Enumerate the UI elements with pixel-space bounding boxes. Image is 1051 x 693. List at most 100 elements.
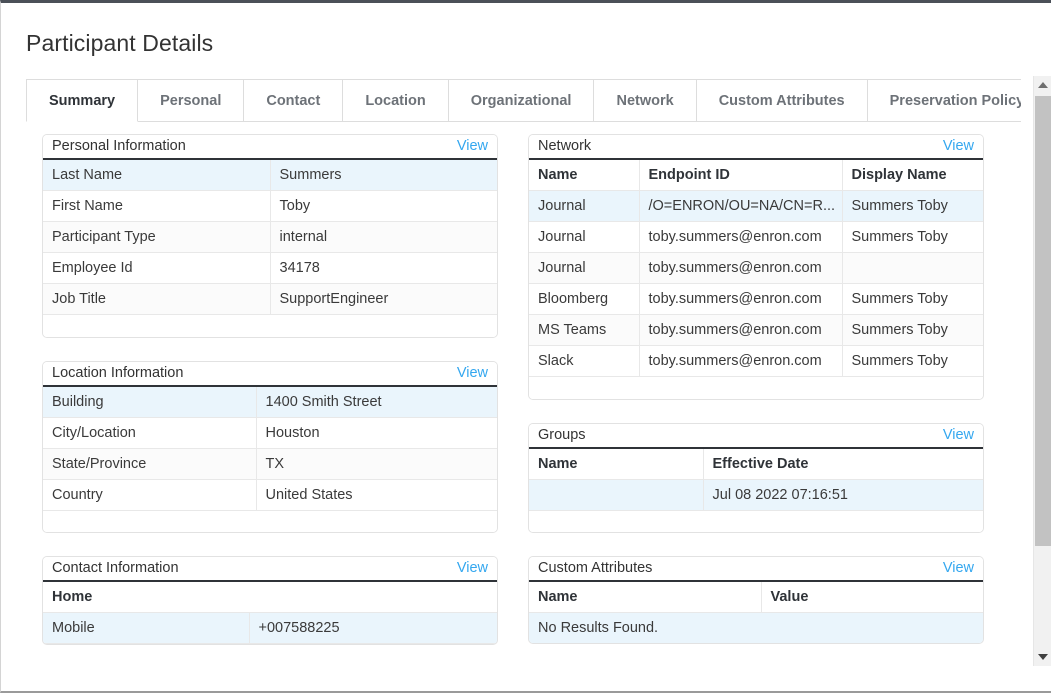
row-label: Participant Type bbox=[43, 221, 271, 253]
view-link-groups[interactable]: View bbox=[943, 428, 974, 443]
cell-display-name: Summers Toby bbox=[842, 283, 983, 315]
tab-network[interactable]: Network bbox=[593, 79, 697, 122]
cell-display-name: Summers Toby bbox=[842, 314, 983, 346]
cell-endpoint-id: toby.summers@enron.com bbox=[639, 345, 843, 377]
scroll-down-arrow-icon[interactable] bbox=[1034, 648, 1051, 666]
right-column: Network View Name Endpoint ID Display Na… bbox=[528, 134, 984, 666]
panel-title: Custom Attributes bbox=[538, 560, 653, 577]
table-row[interactable]: Last Name Summers bbox=[43, 160, 497, 191]
tab-personal[interactable]: Personal bbox=[137, 79, 245, 122]
location-information-table: Building 1400 Smith Street City/Location… bbox=[43, 386, 497, 532]
table-row[interactable]: Participant Type internal bbox=[43, 221, 497, 253]
cell-endpoint-id: toby.summers@enron.com bbox=[639, 283, 843, 315]
row-value: TX bbox=[256, 448, 497, 480]
tab-summary[interactable]: Summary bbox=[26, 79, 139, 122]
table-row[interactable]: Building 1400 Smith Street bbox=[43, 386, 497, 418]
table-row[interactable]: Journal toby.summers@enron.com bbox=[529, 252, 983, 284]
row-value: SupportEngineer bbox=[270, 283, 497, 315]
horizontal-scrollbar[interactable] bbox=[1, 688, 1050, 691]
empty-state-message: No Results Found. bbox=[529, 612, 983, 643]
tab-label: Preservation Policy bbox=[889, 92, 1021, 109]
table-row[interactable]: MS Teams toby.summers@enron.com Summers … bbox=[529, 314, 983, 346]
table-row[interactable]: Jul 08 2022 07:16:51 bbox=[529, 479, 983, 511]
panel-title: Contact Information bbox=[52, 560, 179, 577]
panel-header: Groups View bbox=[529, 423, 983, 449]
table-row[interactable]: Slack toby.summers@enron.com Summers Tob… bbox=[529, 345, 983, 377]
view-link-location-information[interactable]: View bbox=[457, 366, 488, 381]
view-link-contact-information[interactable]: View bbox=[457, 561, 488, 576]
table-row[interactable]: Journal /O=ENRON/OU=NA/CN=R... Summers T… bbox=[529, 190, 983, 222]
column-header-name[interactable]: Name bbox=[529, 160, 640, 191]
column-header-value[interactable]: Value bbox=[761, 582, 983, 613]
row-value: 1400 Smith Street bbox=[256, 386, 497, 418]
tab-preservation-policy[interactable]: Preservation Policy bbox=[866, 79, 1021, 122]
tab-custom-attributes[interactable]: Custom Attributes bbox=[695, 79, 868, 122]
table-row[interactable]: Country United States bbox=[43, 479, 497, 511]
cell-endpoint-id: toby.summers@enron.com bbox=[639, 314, 843, 346]
table-row[interactable]: Employee Id 34178 bbox=[43, 252, 497, 284]
column-header-name[interactable]: Name bbox=[529, 448, 704, 480]
vertical-scrollbar-thumb[interactable] bbox=[1035, 96, 1051, 546]
cell-name bbox=[529, 479, 704, 511]
panel-header: Contact Information View bbox=[43, 557, 497, 582]
groups-table: Name Effective Date Jul 08 2022 07:16:51 bbox=[529, 448, 983, 532]
tab-location[interactable]: Location bbox=[342, 79, 449, 122]
tab-label: Summary bbox=[49, 92, 116, 109]
view-link-custom-attributes[interactable]: View bbox=[943, 561, 974, 576]
vertical-scrollbar[interactable] bbox=[1033, 76, 1051, 666]
panel-title: Network bbox=[538, 138, 592, 155]
cell-endpoint-id: toby.summers@enron.com bbox=[639, 252, 843, 284]
network-table: Name Endpoint ID Display Name Journal /O… bbox=[529, 160, 983, 399]
panel-header: Personal Information View bbox=[43, 135, 497, 160]
row-value: 34178 bbox=[270, 252, 497, 284]
tab-bar: Summary Personal Contact Location Organi… bbox=[26, 79, 1021, 122]
row-label: City/Location bbox=[43, 417, 257, 449]
cell-display-name: Summers Toby bbox=[842, 345, 983, 377]
cell-endpoint-id: /O=ENRON/OU=NA/CN=R... bbox=[639, 190, 843, 222]
scroll-up-arrow-icon[interactable] bbox=[1034, 76, 1051, 94]
table-row[interactable]: Mobile +007588225 bbox=[43, 612, 497, 644]
column-header-effective-date[interactable]: Effective Date bbox=[703, 448, 983, 480]
panel-title: Groups bbox=[538, 426, 586, 443]
column-header-display-name[interactable]: Display Name bbox=[842, 160, 983, 191]
panel-network: Network View Name Endpoint ID Display Na… bbox=[528, 134, 984, 400]
table-header-row: Name Value bbox=[529, 582, 983, 613]
table-footer-spacer bbox=[529, 376, 983, 399]
panel-title: Location Information bbox=[52, 364, 184, 381]
cell-effective-date: Jul 08 2022 07:16:51 bbox=[703, 479, 983, 511]
tab-organizational[interactable]: Organizational bbox=[447, 79, 595, 122]
cell-display-name bbox=[842, 252, 983, 284]
tab-label: Custom Attributes bbox=[718, 92, 845, 109]
row-value: Houston bbox=[256, 417, 497, 449]
table-row[interactable]: First Name Toby bbox=[43, 190, 497, 222]
cell-name: MS Teams bbox=[529, 314, 640, 346]
table-row[interactable]: State/Province TX bbox=[43, 448, 497, 480]
cell-name: Journal bbox=[529, 190, 640, 222]
row-value: +007588225 bbox=[249, 612, 497, 644]
table-footer-spacer bbox=[43, 510, 497, 532]
view-link-network[interactable]: View bbox=[943, 139, 974, 154]
table-row[interactable]: City/Location Houston bbox=[43, 417, 497, 449]
column-header-endpoint-id[interactable]: Endpoint ID bbox=[639, 160, 843, 191]
panel-personal-information: Personal Information View Last Name Summ… bbox=[42, 134, 498, 338]
contact-group-label: Home bbox=[43, 582, 497, 613]
tab-label: Contact bbox=[266, 92, 321, 109]
row-label: Country bbox=[43, 479, 257, 511]
cell-name: Journal bbox=[529, 221, 640, 253]
column-header-name[interactable]: Name bbox=[529, 582, 762, 613]
view-link-personal-information[interactable]: View bbox=[457, 139, 488, 154]
table-row[interactable]: Journal toby.summers@enron.com Summers T… bbox=[529, 221, 983, 253]
table-row[interactable]: Bloomberg toby.summers@enron.com Summers… bbox=[529, 283, 983, 315]
panel-custom-attributes: Custom Attributes View Name Value No Res… bbox=[528, 556, 984, 644]
table-row[interactable]: Job Title SupportEngineer bbox=[43, 283, 497, 315]
row-value: United States bbox=[256, 479, 497, 511]
row-value: Summers bbox=[270, 160, 497, 191]
panel-header: Location Information View bbox=[43, 361, 497, 387]
left-column: Personal Information View Last Name Summ… bbox=[42, 134, 498, 666]
tab-contact[interactable]: Contact bbox=[243, 79, 344, 122]
row-value: Toby bbox=[270, 190, 497, 222]
row-label: First Name bbox=[43, 190, 271, 222]
panel-header: Network View bbox=[529, 135, 983, 160]
row-label: Building bbox=[43, 386, 257, 418]
content-viewport: Summary Personal Contact Location Organi… bbox=[1, 66, 1021, 666]
